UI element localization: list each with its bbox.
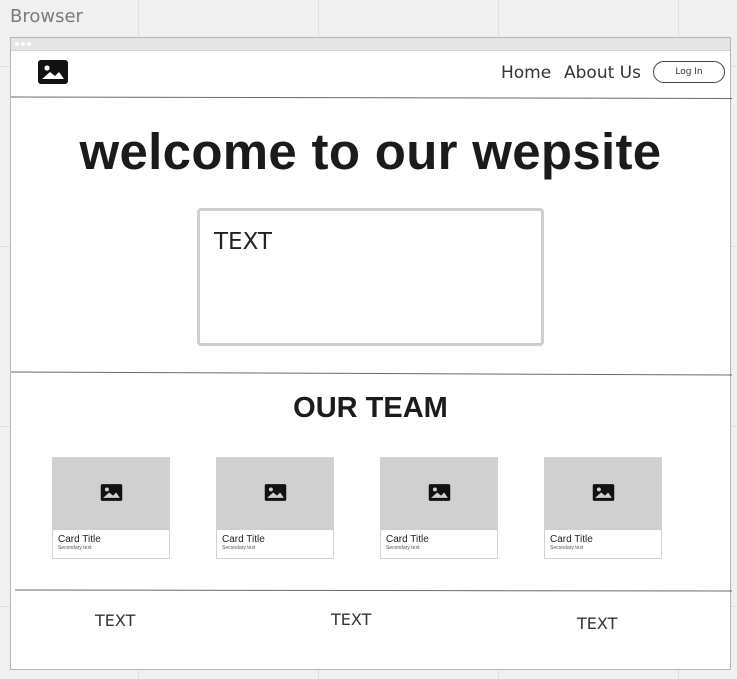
team-card[interactable]: Card Title Secondary text — [544, 457, 662, 559]
card-image — [381, 458, 497, 530]
image-placeholder-icon — [428, 484, 451, 501]
team-card[interactable]: Card Title Secondary text — [52, 457, 170, 559]
footer-divider — [15, 589, 733, 592]
hero-text-label: TEXT — [214, 229, 272, 255]
card-title: Card Title — [222, 534, 265, 545]
card-secondary-text: Secondary text — [222, 545, 256, 551]
browser-window: Home About Us Log In welcome to our weps… — [10, 37, 733, 670]
image-placeholder-icon — [592, 484, 615, 501]
hero-title: welcome to our wepsite — [79, 123, 662, 180]
canvas-label: Browser — [10, 6, 83, 27]
login-button[interactable]: Log In — [653, 61, 725, 83]
window-dot — [15, 42, 19, 46]
team-card[interactable]: Card Title Secondary text — [380, 457, 498, 559]
nav-link-home[interactable]: Home — [501, 63, 551, 83]
browser-chrome-bar — [11, 38, 730, 51]
image-placeholder-icon — [264, 484, 287, 501]
card-image — [53, 458, 169, 530]
card-image — [545, 458, 661, 530]
nav-link-about-us[interactable]: About Us — [564, 63, 641, 83]
card-title: Card Title — [386, 534, 429, 545]
card-title: Card Title — [550, 534, 593, 545]
window-dot — [21, 42, 25, 46]
team-section-title: OUR TEAM — [293, 392, 448, 424]
card-image — [217, 458, 333, 530]
footer-text-center: TEXT — [331, 610, 372, 629]
window-dot — [27, 42, 31, 46]
hero-text-box: TEXT — [197, 208, 544, 346]
image-placeholder-icon — [100, 484, 123, 501]
section-divider — [11, 371, 732, 376]
card-title: Card Title — [58, 534, 101, 545]
footer-text-left: TEXT — [95, 611, 136, 630]
team-card[interactable]: Card Title Secondary text — [216, 457, 334, 559]
card-secondary-text: Secondary text — [386, 545, 420, 551]
image-placeholder-icon[interactable] — [38, 60, 68, 84]
card-secondary-text: Secondary text — [550, 545, 584, 551]
card-secondary-text: Secondary text — [58, 545, 92, 551]
footer-text-right: TEXT — [577, 614, 618, 633]
header-divider — [11, 96, 732, 99]
